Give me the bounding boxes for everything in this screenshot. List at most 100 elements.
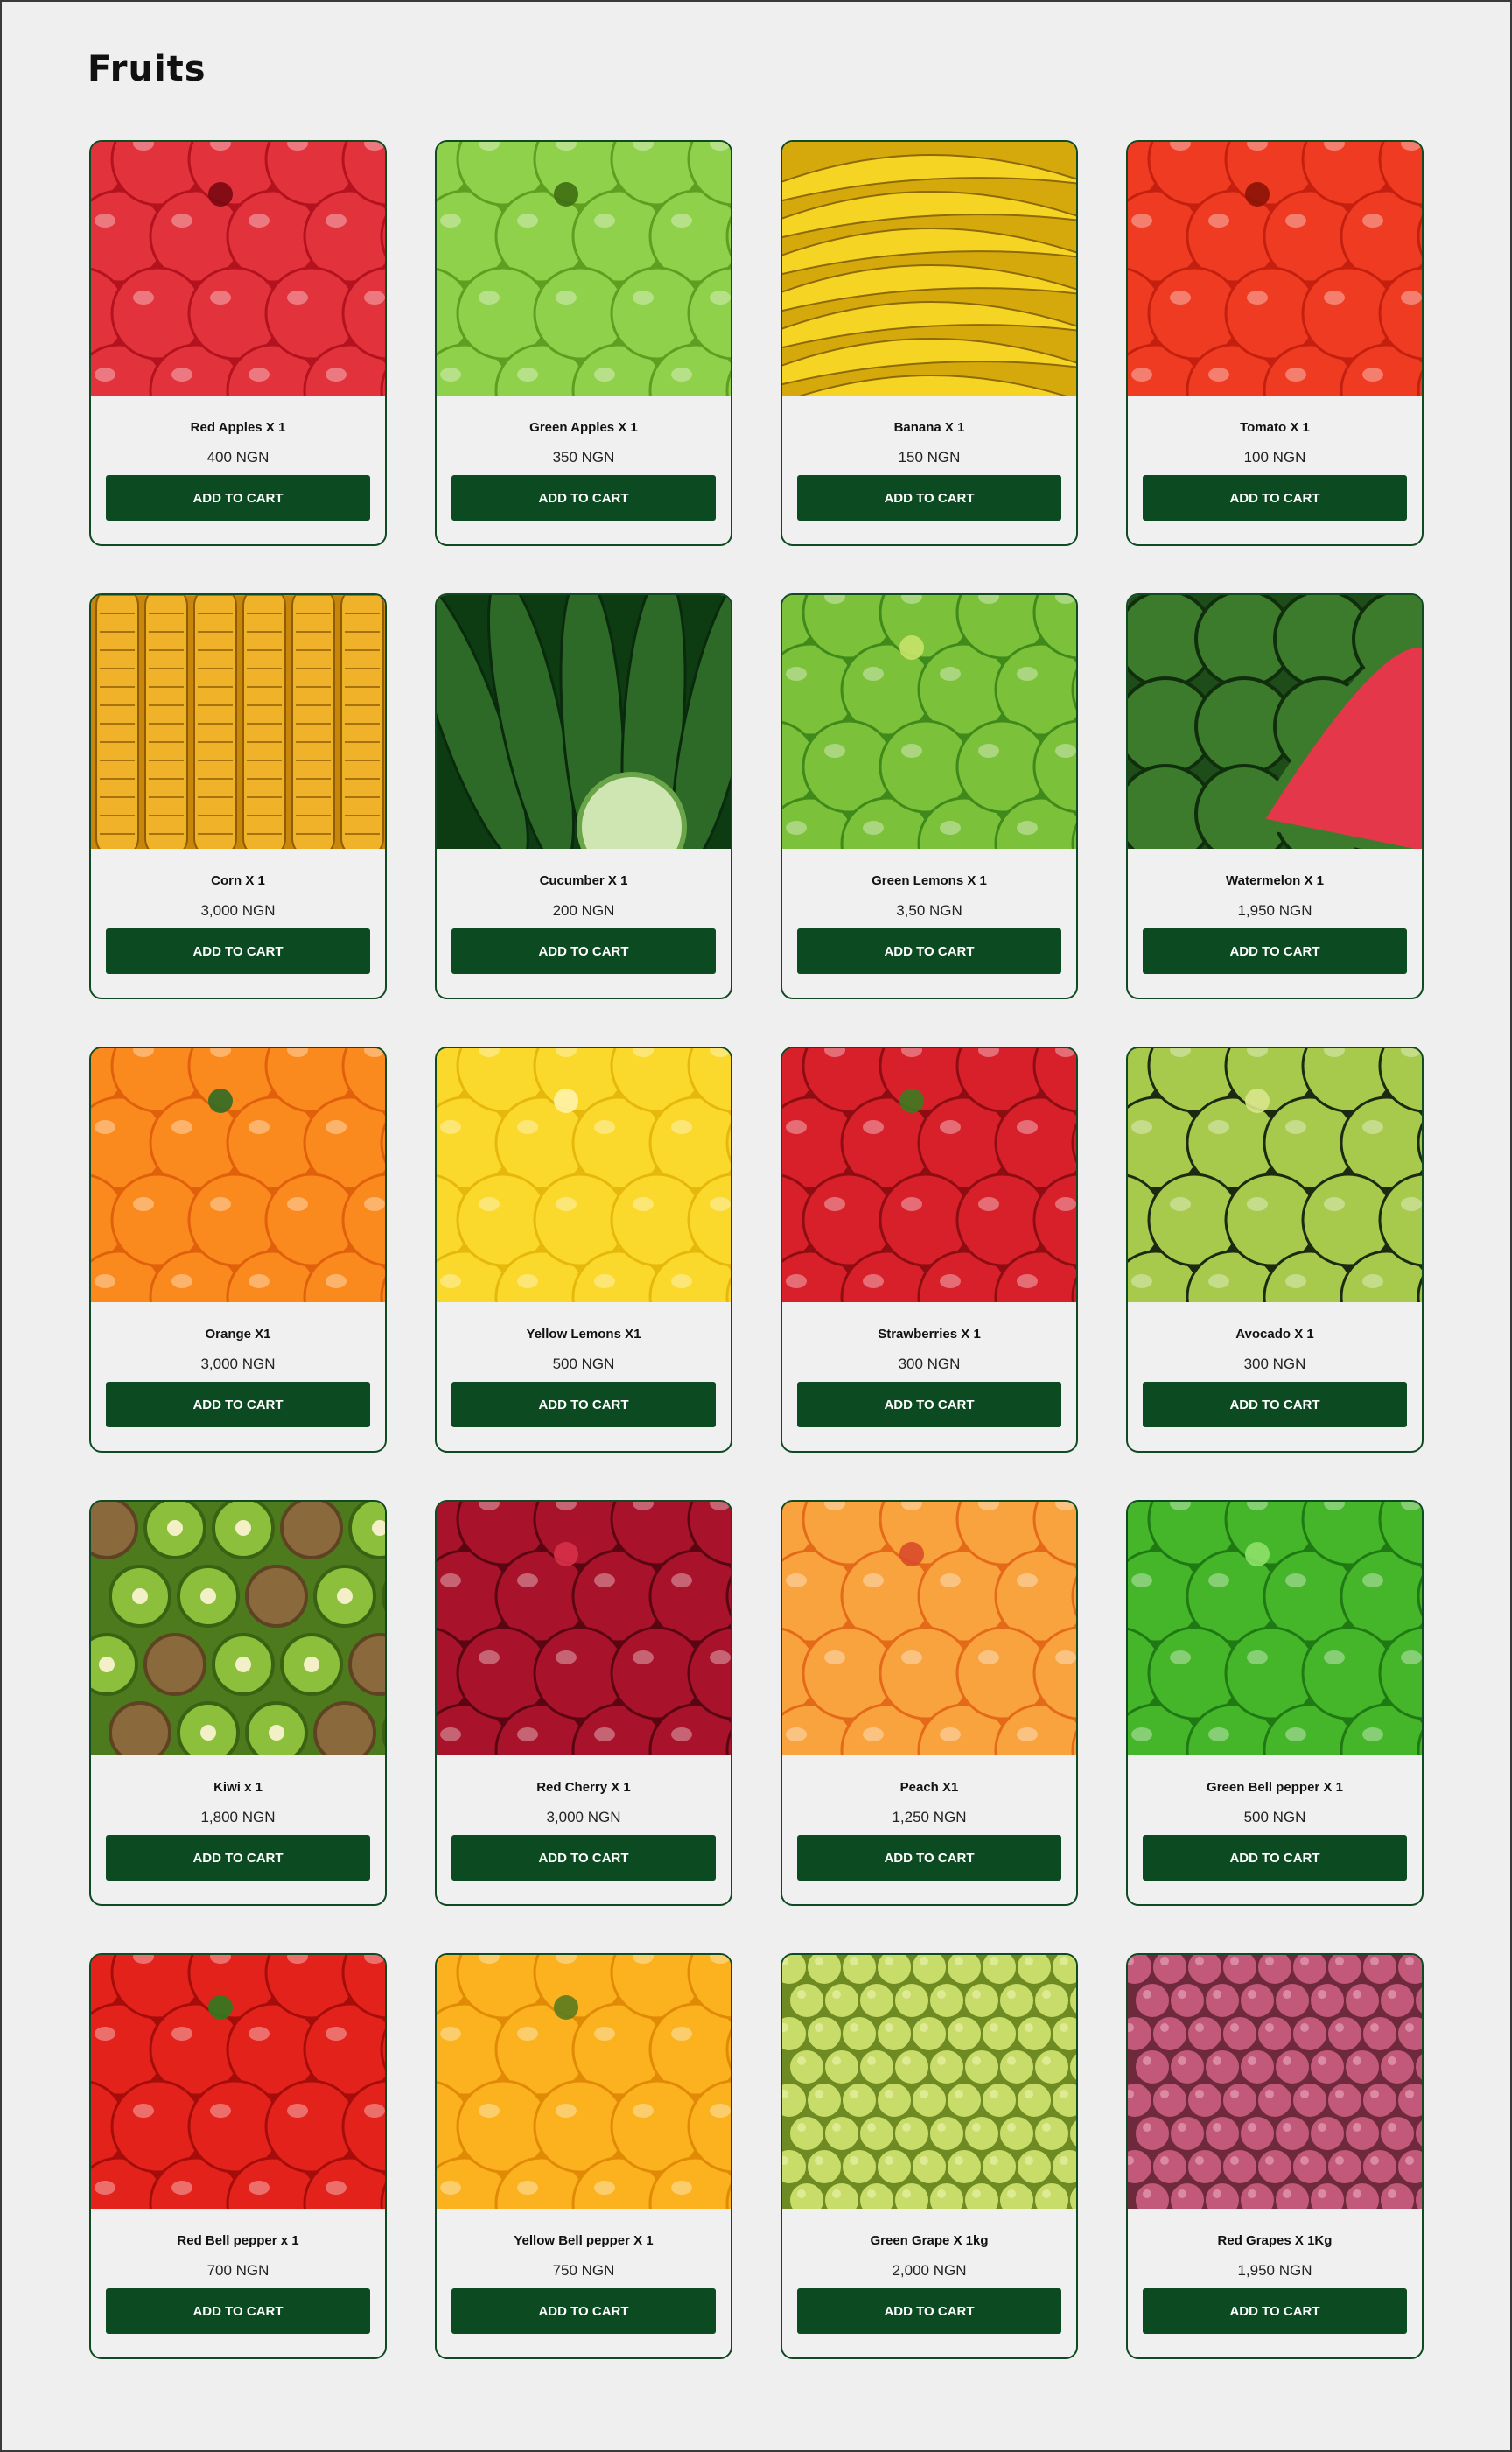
product-card-body: Kiwi x 1 1,800 NGN ADD TO CART	[91, 1755, 385, 1904]
green-apples-image	[437, 142, 731, 396]
add-to-cart-button[interactable]: ADD TO CART	[106, 475, 370, 521]
product-name: Green Bell pepper X 1	[1207, 1780, 1343, 1795]
add-to-cart-button[interactable]: ADD TO CART	[106, 1835, 370, 1881]
product-name: Yellow Bell pepper X 1	[514, 2233, 654, 2248]
product-name: Yellow Lemons X1	[526, 1327, 641, 1342]
product-card: Green Apples X 1 350 NGN ADD TO CART	[435, 140, 732, 546]
product-price: 400 NGN	[206, 449, 270, 466]
add-to-cart-button[interactable]: ADD TO CART	[797, 2288, 1061, 2334]
add-to-cart-button[interactable]: ADD TO CART	[1143, 475, 1407, 521]
add-to-cart-button[interactable]: ADD TO CART	[452, 1382, 716, 1427]
product-card-body: Peach X1 1,250 NGN ADD TO CART	[782, 1755, 1076, 1904]
red-bell-pepper-image	[91, 1955, 385, 2209]
add-to-cart-button[interactable]: ADD TO CART	[1143, 1835, 1407, 1881]
add-to-cart-button[interactable]: ADD TO CART	[106, 2288, 370, 2334]
peach-image	[782, 1502, 1076, 1755]
product-card-body: Orange X1 3,000 NGN ADD TO CART	[91, 1302, 385, 1451]
red-cherry-image	[437, 1502, 731, 1755]
product-price: 150 NGN	[898, 449, 961, 466]
product-price: 300 NGN	[898, 1356, 961, 1372]
product-name: Banana X 1	[893, 420, 965, 435]
product-card-body: Strawberries X 1 300 NGN ADD TO CART	[782, 1302, 1076, 1451]
kiwi-image	[91, 1502, 385, 1755]
green-bell-pepper-image	[1128, 1502, 1422, 1755]
product-card-body: Corn X 1 3,000 NGN ADD TO CART	[91, 849, 385, 998]
add-to-cart-button[interactable]: ADD TO CART	[797, 1382, 1061, 1427]
product-price: 1,950 NGN	[1237, 2262, 1312, 2279]
product-card: Watermelon X 1 1,950 NGN ADD TO CART	[1126, 593, 1424, 999]
cucumber-image	[437, 595, 731, 849]
product-name: Red Apples X 1	[190, 420, 286, 435]
red-grapes-image	[1128, 1955, 1422, 2209]
product-price: 3,50 NGN	[896, 902, 962, 919]
product-card: Banana X 1 150 NGN ADD TO CART	[780, 140, 1078, 546]
product-name: Orange X1	[205, 1327, 271, 1342]
product-card-body: Yellow Lemons X1 500 NGN ADD TO CART	[437, 1302, 731, 1451]
product-name: Tomato X 1	[1240, 420, 1310, 435]
product-price: 1,800 NGN	[200, 1809, 276, 1825]
product-name: Red Cherry X 1	[536, 1780, 631, 1795]
product-name: Green Lemons X 1	[872, 873, 987, 888]
add-to-cart-button[interactable]: ADD TO CART	[1143, 928, 1407, 974]
product-card: Strawberries X 1 300 NGN ADD TO CART	[780, 1047, 1078, 1453]
product-grid: Red Apples X 1 400 NGN ADD TO CART Green Ap…	[89, 140, 1424, 2359]
product-price: 750 NGN	[552, 2262, 615, 2279]
product-card-body: Tomato X 1 100 NGN ADD TO CART	[1128, 396, 1422, 544]
add-to-cart-button[interactable]: ADD TO CART	[797, 1835, 1061, 1881]
product-card: Red Apples X 1 400 NGN ADD TO CART	[89, 140, 387, 546]
yellow-lemons-image	[437, 1048, 731, 1302]
add-to-cart-button[interactable]: ADD TO CART	[1143, 1382, 1407, 1427]
green-grape-image	[782, 1955, 1076, 2209]
product-card-body: Red Apples X 1 400 NGN ADD TO CART	[91, 396, 385, 544]
product-name: Corn X 1	[211, 873, 265, 888]
product-card-body: Green Lemons X 1 3,50 NGN ADD TO CART	[782, 849, 1076, 998]
product-price: 1,250 NGN	[892, 1809, 967, 1825]
orange-image	[91, 1048, 385, 1302]
product-price: 3,000 NGN	[200, 902, 276, 919]
page-title: Fruits	[88, 49, 206, 89]
product-card: Red Cherry X 1 3,000 NGN ADD TO CART	[435, 1500, 732, 1906]
product-name: Peach X1	[900, 1780, 959, 1795]
product-card-body: Cucumber X 1 200 NGN ADD TO CART	[437, 849, 731, 998]
product-name: Kiwi x 1	[214, 1780, 262, 1795]
product-name: Strawberries X 1	[878, 1327, 981, 1342]
product-card: Avocado X 1 300 NGN ADD TO CART	[1126, 1047, 1424, 1453]
add-to-cart-button[interactable]: ADD TO CART	[106, 1382, 370, 1427]
add-to-cart-button[interactable]: ADD TO CART	[106, 928, 370, 974]
product-name: Green Apples X 1	[529, 420, 638, 435]
yellow-bell-pepper-image	[437, 1955, 731, 2209]
product-price: 100 NGN	[1243, 449, 1306, 466]
add-to-cart-button[interactable]: ADD TO CART	[452, 2288, 716, 2334]
product-card: Red Bell pepper x 1 700 NGN ADD TO CART	[89, 1953, 387, 2359]
product-price: 700 NGN	[206, 2262, 270, 2279]
product-card: Peach X1 1,250 NGN ADD TO CART	[780, 1500, 1078, 1906]
product-card-body: Green Apples X 1 350 NGN ADD TO CART	[437, 396, 731, 544]
product-card-body: Watermelon X 1 1,950 NGN ADD TO CART	[1128, 849, 1422, 998]
product-card-body: Green Grape X 1kg 2,000 NGN ADD TO CART	[782, 2209, 1076, 2357]
product-price: 500 NGN	[1243, 1809, 1306, 1825]
product-card-body: Red Bell pepper x 1 700 NGN ADD TO CART	[91, 2209, 385, 2357]
add-to-cart-button[interactable]: ADD TO CART	[1143, 2288, 1407, 2334]
corn-image	[91, 595, 385, 849]
product-price: 3,000 NGN	[546, 1809, 621, 1825]
green-lemons-image	[782, 595, 1076, 849]
strawberries-image	[782, 1048, 1076, 1302]
avocado-image	[1128, 1048, 1422, 1302]
add-to-cart-button[interactable]: ADD TO CART	[797, 928, 1061, 974]
product-price: 500 NGN	[552, 1356, 615, 1372]
product-price: 3,000 NGN	[200, 1356, 276, 1372]
add-to-cart-button[interactable]: ADD TO CART	[797, 475, 1061, 521]
add-to-cart-button[interactable]: ADD TO CART	[452, 1835, 716, 1881]
add-to-cart-button[interactable]: ADD TO CART	[452, 475, 716, 521]
product-card: Corn X 1 3,000 NGN ADD TO CART	[89, 593, 387, 999]
tomato-image	[1128, 142, 1422, 396]
product-card: Yellow Lemons X1 500 NGN ADD TO CART	[435, 1047, 732, 1453]
add-to-cart-button[interactable]: ADD TO CART	[452, 928, 716, 974]
product-name: Watermelon X 1	[1226, 873, 1324, 888]
product-price: 200 NGN	[552, 902, 615, 919]
product-name: Red Grapes X 1Kg	[1217, 2233, 1333, 2248]
product-card-body: Red Grapes X 1Kg 1,950 NGN ADD TO CART	[1128, 2209, 1422, 2357]
product-name: Green Grape X 1kg	[870, 2233, 989, 2248]
product-card-body: Red Cherry X 1 3,000 NGN ADD TO CART	[437, 1755, 731, 1904]
product-name: Avocado X 1	[1236, 1327, 1314, 1342]
